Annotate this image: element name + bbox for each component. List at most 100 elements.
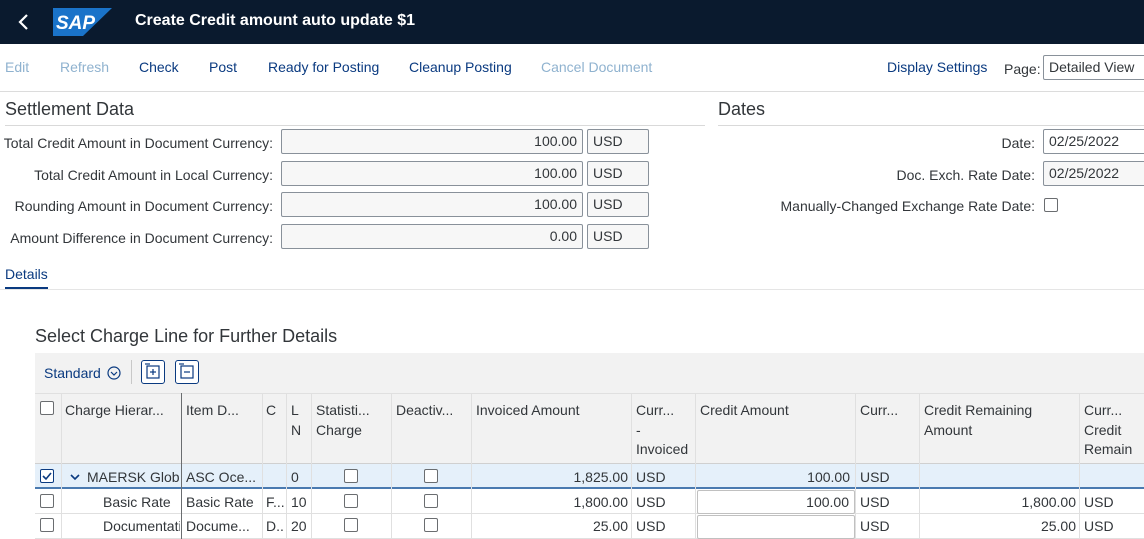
sap-logo: SAP	[53, 8, 112, 36]
col-deactivated[interactable]: Deactiv...	[396, 401, 466, 421]
col-credit-remaining[interactable]: Credit Remaining Amount	[924, 401, 1074, 440]
collapse-all-button[interactable]	[175, 360, 199, 384]
cell-c: F...	[266, 494, 284, 510]
col-currency-remaining[interactable]: Curr... Credit Remain	[1084, 401, 1144, 460]
cell-invoiced: 1,825.00	[573, 469, 629, 485]
column-separator	[855, 393, 856, 539]
col-currency-invoiced[interactable]: Curr... - Invoiced	[636, 401, 688, 460]
toolbar-separator	[131, 360, 132, 384]
date-field[interactable]: 02/25/2022	[1043, 129, 1144, 154]
dates-title: Dates	[718, 99, 766, 119]
date-label: Date:	[1001, 135, 1035, 151]
page-label: Page:	[1004, 61, 1041, 77]
edit-button[interactable]: Edit	[5, 59, 29, 75]
amount-difference-field[interactable]: 0.00	[281, 224, 583, 249]
col-curr-inv-l3: Invoiced	[636, 441, 688, 457]
cell-curr-remaining: USD	[1084, 518, 1114, 534]
col-invoiced-amount[interactable]: Invoiced Amount	[476, 401, 626, 421]
total-credit-local-currency[interactable]: USD	[587, 161, 649, 186]
check-button[interactable]: Check	[139, 59, 179, 75]
manual-exch-rate-checkbox[interactable]	[1044, 198, 1058, 212]
col-curr-rem-l2: Credit	[1084, 421, 1122, 438]
col-remain-l1: Credit Remaining	[924, 402, 1033, 418]
refresh-button[interactable]: Refresh	[60, 59, 109, 75]
column-separator	[471, 393, 472, 539]
statistical-charge-checkbox[interactable]	[344, 518, 358, 532]
row-select-checkbox[interactable]	[40, 518, 54, 532]
checkmark-icon	[42, 472, 52, 481]
cell-curr-invoiced: USD	[636, 494, 666, 510]
cell-item: ASC Oce...	[186, 469, 257, 485]
total-credit-doc-field[interactable]: 100.00	[281, 129, 583, 154]
col-currency-credit[interactable]: Curr...	[860, 401, 912, 421]
total-credit-doc-label: Total Credit Amount in Document Currency…	[3, 135, 273, 151]
cancel-document-button[interactable]: Cancel Document	[541, 59, 652, 75]
collapse-all-icon	[179, 363, 194, 379]
col-line-number[interactable]: LN	[291, 401, 305, 440]
expand-all-icon	[145, 363, 160, 379]
cell-curr-credit: USD	[860, 518, 890, 534]
chevron-down-icon	[107, 366, 121, 380]
total-credit-local-field[interactable]: 100.00	[281, 161, 583, 186]
fixed-column-separator	[181, 393, 182, 539]
exch-rate-date-field[interactable]: 02/25/2022	[1043, 161, 1144, 186]
statistical-charge-checkbox[interactable]	[344, 469, 358, 483]
ready-for-posting-button[interactable]: Ready for Posting	[268, 59, 379, 75]
col-curr-inv-l2: -	[636, 421, 641, 438]
rounding-amount-currency[interactable]: USD	[587, 192, 649, 217]
col-credit-amount[interactable]: Credit Amount	[700, 401, 850, 421]
table-toolbar	[35, 353, 1144, 393]
cell-item: Basic Rate	[186, 494, 254, 510]
total-credit-doc-currency[interactable]: USD	[587, 129, 649, 154]
cleanup-posting-button[interactable]: Cleanup Posting	[409, 59, 512, 75]
cell-invoiced: 1,800.00	[573, 494, 629, 510]
col-line-number-l2: N	[291, 421, 302, 438]
settlement-divider	[5, 125, 705, 126]
column-separator	[695, 393, 696, 539]
col-item-description[interactable]: Item D...	[186, 401, 258, 421]
select-all-checkbox[interactable]	[40, 401, 54, 415]
credit-amount-input[interactable]: 100.00	[697, 490, 855, 514]
column-separator	[286, 393, 287, 539]
deactivated-checkbox[interactable]	[424, 518, 438, 532]
credit-amount-input[interactable]	[697, 515, 855, 539]
cell-ln: 10	[291, 494, 307, 510]
row-select-checkbox[interactable]	[40, 494, 54, 508]
column-separator	[391, 393, 392, 539]
exch-rate-date-label: Doc. Exch. Rate Date:	[896, 167, 1035, 183]
cell-charge: Basic Rate	[103, 494, 171, 510]
post-button[interactable]: Post	[209, 59, 237, 75]
col-remain-l2: Amount	[924, 421, 973, 438]
cell-curr-invoiced: USD	[636, 518, 666, 534]
cell-charge: Documentati	[103, 518, 180, 534]
display-settings-button[interactable]: Display Settings	[887, 59, 987, 75]
row-select-checkbox[interactable]	[40, 469, 54, 483]
tab-details[interactable]: Details	[5, 266, 48, 282]
col-curr-inv-l1: Curr...	[636, 402, 675, 418]
variant-select[interactable]: Standard	[44, 365, 121, 381]
sap-logo-text: SAP	[56, 13, 95, 34]
cell-c: D...	[266, 518, 284, 534]
amount-difference-currency[interactable]: USD	[587, 224, 649, 249]
page-select[interactable]: Detailed View	[1043, 55, 1144, 80]
expand-all-button[interactable]	[141, 360, 165, 384]
back-arrow-icon[interactable]	[14, 10, 34, 34]
deactivated-checkbox[interactable]	[424, 494, 438, 508]
settlement-data-title: Settlement Data	[5, 99, 135, 119]
toolbar-divider	[0, 91, 1144, 92]
expand-row-icon[interactable]	[69, 471, 81, 483]
amount-difference-label: Amount Difference in Document Currency:	[10, 230, 273, 246]
col-charge-hierarchy[interactable]: Charge Hierar...	[65, 401, 177, 421]
cell-remaining: 25.00	[1040, 518, 1076, 534]
rounding-amount-label: Rounding Amount in Document Currency:	[14, 198, 273, 214]
statistical-charge-checkbox[interactable]	[344, 494, 358, 508]
cell-curr-invoiced: USD	[636, 469, 666, 485]
deactivated-checkbox[interactable]	[424, 469, 438, 483]
cell-ln: 0	[291, 469, 299, 485]
col-statistical-charge[interactable]: Statisti... Charge	[316, 401, 386, 440]
table-title: Select Charge Line for Further Details	[35, 326, 338, 346]
total-credit-local-label: Total Credit Amount in Local Currency:	[34, 167, 273, 183]
col-line-number-l1: L	[291, 402, 299, 418]
rounding-amount-field[interactable]: 100.00	[281, 192, 583, 217]
col-c[interactable]: C	[266, 401, 280, 421]
